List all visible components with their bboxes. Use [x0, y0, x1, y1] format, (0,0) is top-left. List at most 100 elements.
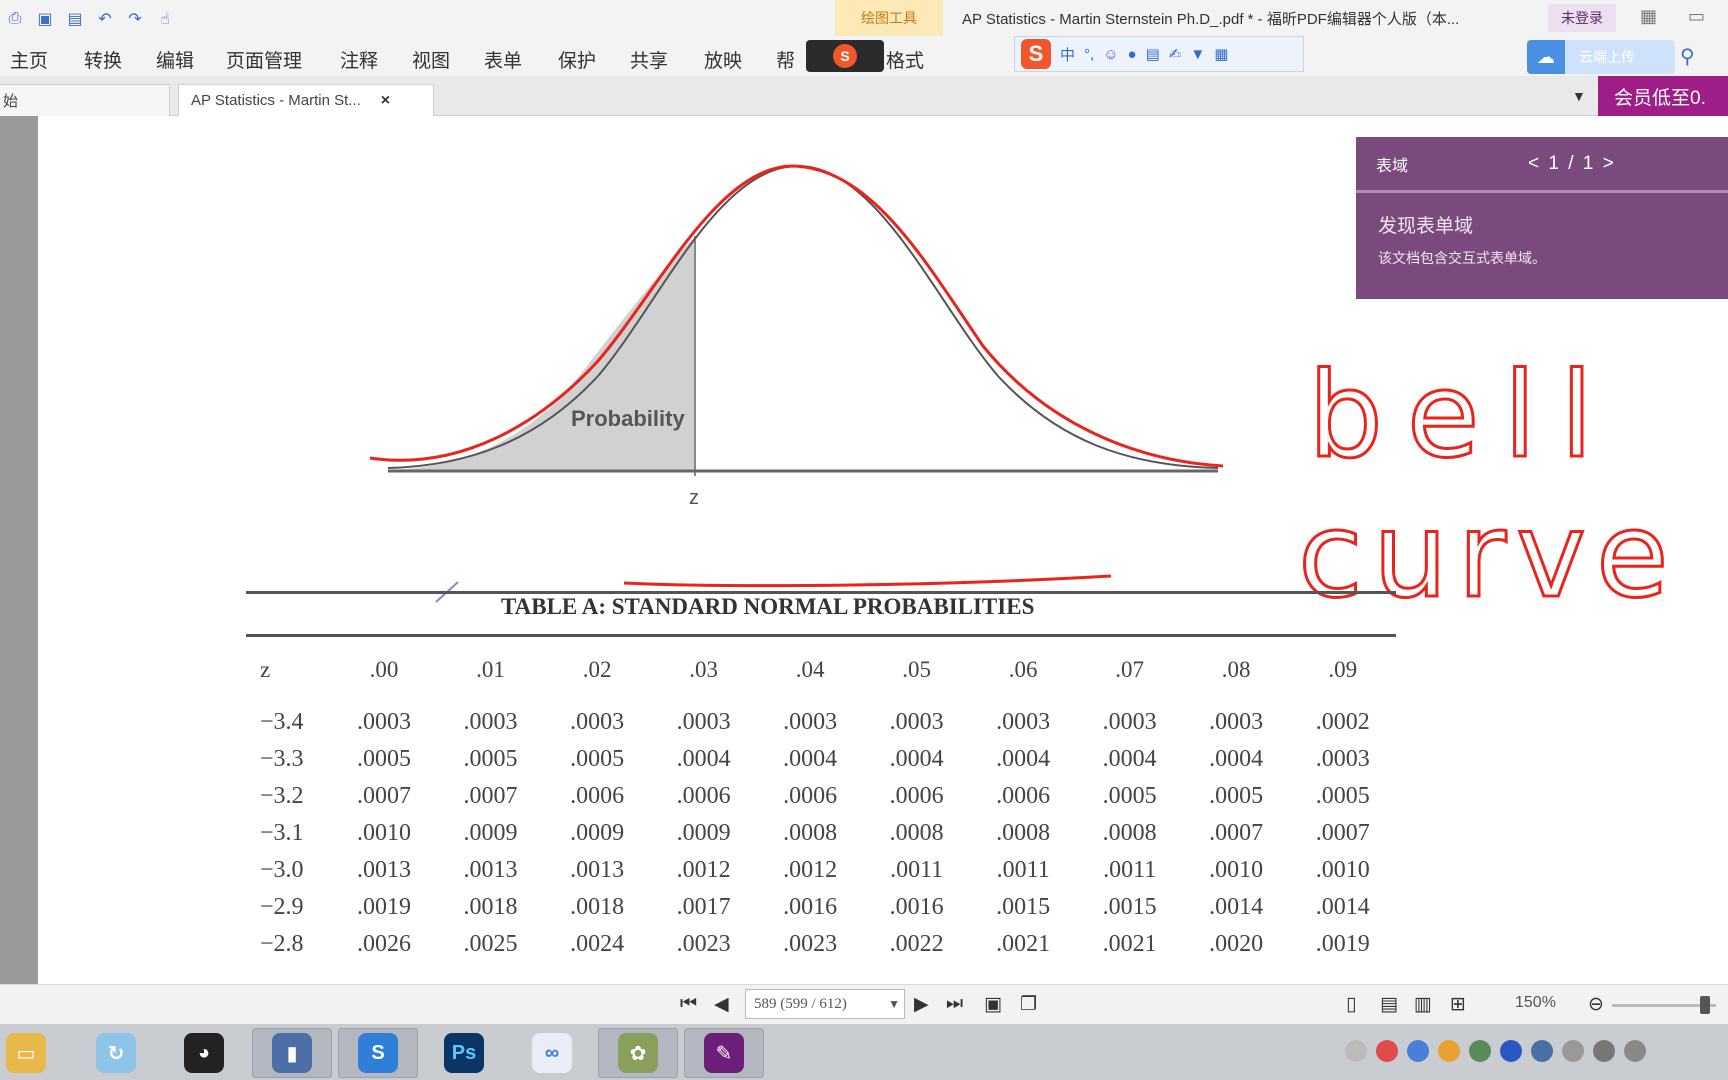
probability-cell: .0008 — [783, 820, 838, 846]
probability-cell: .0011 — [890, 857, 944, 883]
bluetooth-icon[interactable] — [1500, 1040, 1522, 1062]
minimize-icon[interactable]: ▭ — [1688, 6, 1705, 27]
tray-qq-icon[interactable] — [1438, 1040, 1460, 1062]
print-icon[interactable]: ⎙ — [4, 8, 26, 30]
zoom-level[interactable]: 150% — [1515, 994, 1556, 1012]
menu-convert[interactable]: 转换 — [84, 46, 122, 73]
sogou-icon: S — [833, 44, 857, 68]
col-header: .02 — [582, 657, 612, 682]
document-tab-bar: 始 AP Statistics - Martin St... × — [0, 76, 1728, 116]
page-number-field[interactable]: 589 (599 / 612) ▼ — [745, 989, 905, 1019]
skin-icon[interactable]: ▼ — [1190, 46, 1205, 63]
col-header: .06 — [1008, 657, 1038, 682]
taskbar-explorer[interactable]: ▭ — [0, 1028, 66, 1078]
sogou-logo-icon[interactable]: S — [1021, 39, 1051, 69]
drawing-tools-tab[interactable]: 绘图工具 — [835, 0, 943, 36]
fit-view-icon[interactable]: ⊞ — [1450, 993, 1466, 1016]
continuous-view-icon[interactable]: ▤ — [1380, 993, 1398, 1016]
left-navigation-rail[interactable] — [0, 116, 38, 984]
last-page-icon[interactable]: ⏭ — [946, 993, 963, 1015]
menu-pages[interactable]: 页面管理 — [226, 46, 302, 73]
zoom-out-icon[interactable]: ⊖ — [1588, 993, 1604, 1016]
hand-input-icon[interactable]: ✍ — [1169, 45, 1182, 63]
redo-icon[interactable]: ↷ — [124, 8, 146, 30]
emoji-icon[interactable]: ☺ — [1103, 46, 1118, 63]
layout-icon[interactable]: ▦ — [1640, 6, 1657, 27]
photoshop-icon: Ps — [444, 1033, 484, 1073]
cloud-upload-button[interactable]: ☁ 云端上传 — [1527, 40, 1675, 74]
menu-protect[interactable]: 保护 — [558, 46, 596, 73]
menu-present[interactable]: 放映 — [704, 46, 742, 73]
search-icon[interactable]: ⚲ — [1680, 44, 1695, 69]
probability-cell: .0024 — [570, 931, 625, 957]
tray-expand-icon[interactable] — [1345, 1040, 1367, 1062]
two-page-view-icon[interactable]: ▥ — [1414, 993, 1432, 1016]
z-value-cell: −3.2 — [260, 783, 304, 809]
single-page-view-icon[interactable]: ▯ — [1346, 993, 1356, 1016]
taskbar-foxit[interactable]: ✎ — [684, 1028, 764, 1078]
menu-home[interactable]: 主页 — [10, 46, 48, 73]
probability-cell: .0004 — [996, 746, 1051, 772]
ime-mode[interactable]: 中 — [1060, 44, 1075, 65]
copy-page-icon[interactable]: ❐ — [1020, 993, 1037, 1016]
document-viewport[interactable]: bell curve Probability z TABLE A: STANDA… — [38, 116, 1728, 984]
tab-list-dropdown-icon[interactable]: ▼ — [1572, 88, 1586, 104]
extract-page-icon[interactable]: ▣ — [984, 993, 1002, 1016]
probability-cell: .0010 — [357, 820, 412, 846]
probability-cell: .0016 — [889, 894, 944, 920]
keyboard-icon[interactable]: ▤ — [1146, 45, 1160, 63]
page-dropdown-icon[interactable]: ▼ — [888, 997, 900, 1012]
panel-pager[interactable]: < 1 / 1 > — [1528, 153, 1616, 175]
taskbar-reader[interactable]: ▮ — [252, 1028, 332, 1078]
menu-format[interactable]: 格式 — [886, 46, 924, 73]
taskbar-qq[interactable]: ◕ — [164, 1028, 244, 1078]
menu-view[interactable]: 视图 — [412, 46, 450, 73]
next-page-icon[interactable]: ▶ — [914, 993, 929, 1016]
toolbox-icon[interactable]: ▦ — [1214, 45, 1228, 63]
handwritten-curve: curve — [1298, 486, 1679, 624]
tools-icon: ✿ — [618, 1033, 658, 1073]
save-icon[interactable]: ▣ — [34, 8, 56, 30]
power-icon[interactable] — [1624, 1040, 1646, 1062]
hand-tool-icon[interactable]: ☝ — [154, 8, 176, 30]
probability-cell: .0003 — [357, 709, 412, 735]
probability-cell: .0007 — [1315, 820, 1370, 846]
baidu-cloud-icon: ∞ — [532, 1033, 572, 1073]
tray-keyboard-icon[interactable] — [1531, 1040, 1553, 1062]
taskbar-photoshop[interactable]: Ps — [424, 1028, 504, 1078]
probability-cell: .0007 — [463, 783, 518, 809]
tab-document[interactable]: AP Statistics - Martin St... × — [178, 84, 434, 116]
zoom-slider-handle[interactable] — [1700, 996, 1710, 1014]
menu-form[interactable]: 表单 — [484, 46, 522, 73]
vip-promo-button[interactable]: 会员低至0. — [1598, 76, 1728, 116]
volume-icon[interactable] — [1593, 1040, 1615, 1062]
taskbar-sogou[interactable]: S — [338, 1028, 418, 1078]
first-page-icon[interactable]: ⏮ — [680, 993, 697, 1015]
punctuation-icon[interactable]: °, — [1084, 46, 1094, 63]
open-icon[interactable]: ▤ — [64, 8, 86, 30]
menu-share[interactable]: 共享 — [630, 46, 668, 73]
undo-icon[interactable]: ↶ — [94, 8, 116, 30]
login-button[interactable]: 未登录 — [1548, 4, 1616, 32]
tray-display-icon[interactable] — [1562, 1040, 1584, 1062]
tray-app-icon[interactable] — [1469, 1040, 1491, 1062]
table-top-rule — [246, 591, 1396, 594]
taskbar-sync[interactable]: ↻ — [76, 1028, 156, 1078]
menu-edit[interactable]: 编辑 — [156, 46, 194, 73]
tray-network-icon[interactable] — [1407, 1040, 1429, 1062]
taskbar-tool[interactable]: ✿ — [598, 1028, 678, 1078]
z-axis-label: z — [689, 487, 699, 509]
probability-cell: .0013 — [463, 857, 518, 883]
probability-cell: .0006 — [783, 783, 838, 809]
col-header: .04 — [795, 657, 825, 682]
tray-security-icon[interactable] — [1376, 1040, 1398, 1062]
tab-start-label: 始 — [3, 93, 19, 110]
prev-page-icon[interactable]: ◀ — [714, 993, 729, 1016]
tab-start[interactable]: 始 — [0, 84, 170, 116]
taskbar-cloud[interactable]: ∞ — [512, 1028, 592, 1078]
microphone-icon[interactable]: ● — [1128, 46, 1137, 63]
close-tab-icon[interactable]: × — [381, 92, 390, 110]
menu-comment[interactable]: 注释 — [340, 46, 378, 73]
foxit-editor-icon: ✎ — [704, 1033, 744, 1073]
menu-help[interactable]: 帮 — [776, 46, 795, 73]
